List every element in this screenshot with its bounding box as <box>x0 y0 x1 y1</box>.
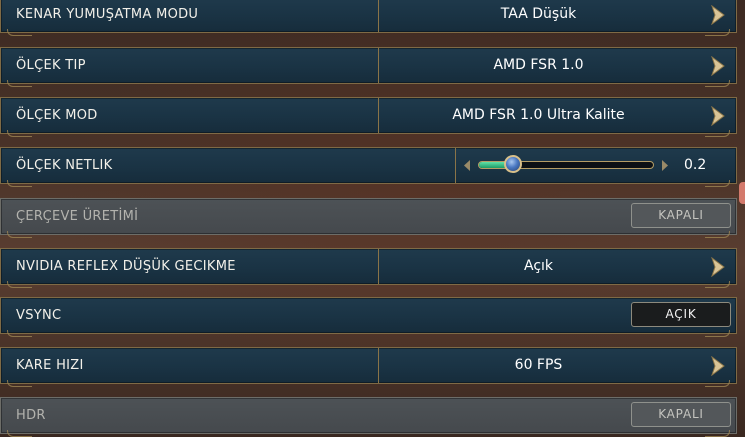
chevron-right-icon[interactable] <box>710 5 726 25</box>
setting-label: ÖLÇEK NETLIK <box>16 158 113 173</box>
slider-value: 0.2 <box>684 157 707 173</box>
toggle-button: KAPALI <box>631 203 731 228</box>
setting-value: TAA Düşük <box>500 6 577 22</box>
setting-row-frame-generation: ÇERÇEVE ÜRETİMİ KAPALI <box>0 198 737 238</box>
setting-row-scale-mode[interactable]: ÖLÇEK MOD AMD FSR 1.0 Ultra Kalite <box>0 97 737 137</box>
setting-label: KENAR YUMUŞATMA MODU <box>16 7 199 22</box>
toggle-button: KAPALI <box>631 402 731 427</box>
setting-row-antialiasing[interactable]: KENAR YUMUŞATMA MODU TAA Düşük <box>0 0 737 36</box>
setting-row-hdr: HDR KAPALI <box>0 397 737 437</box>
setting-label: ÇERÇEVE ÜRETİMİ <box>16 209 139 224</box>
setting-label: VSYNC <box>16 308 62 323</box>
chevron-right-icon[interactable] <box>710 257 726 277</box>
setting-label: KARE HIZI <box>16 358 84 373</box>
setting-value: Açık <box>523 258 554 274</box>
setting-label: ÖLÇEK TIP <box>16 58 86 73</box>
setting-label: NVIDIA REFLEX DÜŞÜK GECIKME <box>16 259 236 274</box>
setting-row-scale-sharpness[interactable]: ÖLÇEK NETLIK 0.2 <box>0 147 737 187</box>
setting-label: ÖLÇEK MOD <box>16 108 98 123</box>
setting-value: AMD FSR 1.0 <box>493 57 584 73</box>
triangle-left-icon[interactable] <box>463 160 471 171</box>
chevron-right-icon[interactable] <box>710 56 726 76</box>
toggle-button[interactable]: AÇIK <box>631 302 731 327</box>
chevron-right-icon[interactable] <box>710 106 726 126</box>
slider-knob[interactable] <box>504 155 523 173</box>
setting-value: 60 FPS <box>514 357 563 373</box>
side-decoration <box>739 182 745 204</box>
sharpness-slider[interactable]: 0.2 <box>456 148 736 183</box>
setting-row-scale-type[interactable]: ÖLÇEK TIP AMD FSR 1.0 <box>0 47 737 87</box>
triangle-right-icon[interactable] <box>661 160 669 171</box>
setting-row-vsync[interactable]: VSYNC AÇIK <box>0 297 737 337</box>
setting-row-nvidia-reflex[interactable]: NVIDIA REFLEX DÜŞÜK GECIKME Açık <box>0 248 737 288</box>
setting-row-frame-rate[interactable]: KARE HIZI 60 FPS <box>0 347 737 387</box>
setting-label: HDR <box>16 408 46 423</box>
chevron-right-icon[interactable] <box>710 356 726 376</box>
setting-value: AMD FSR 1.0 Ultra Kalite <box>452 107 625 123</box>
